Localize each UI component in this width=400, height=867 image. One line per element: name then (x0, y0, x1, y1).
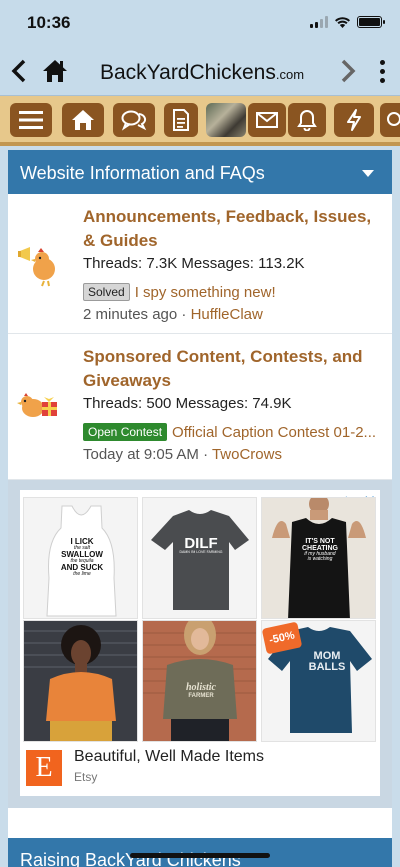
hamburger-menu-button[interactable] (10, 103, 52, 137)
section-title: Website Information and FAQs (20, 163, 265, 183)
home-button[interactable] (62, 103, 104, 137)
product-tile[interactable]: holistic FARMER (142, 620, 257, 742)
tshirt-image (151, 510, 249, 610)
threads-count: 500 (146, 395, 172, 412)
etsy-logo: E (26, 750, 62, 786)
print-text: IT'S NOT (305, 538, 335, 545)
messages-count: 74.9K (252, 395, 292, 412)
product-tile[interactable]: DILF DAMN I'M LOVE FARMING (142, 497, 257, 619)
node-stats: Threads: 7.3K Messages: 113.2K (83, 255, 305, 272)
print-text: holistic (185, 682, 216, 693)
latest-meta: 2 minutes ago · HuffleClaw (83, 306, 263, 323)
print-text: DILF (184, 535, 218, 552)
latest-meta: Today at 9:05 AM · TwoCrows (83, 446, 282, 463)
ad-brand: Etsy (74, 770, 98, 784)
latest-user[interactable]: HuffleClaw (191, 306, 263, 323)
browser-bar: BackYardChickens.com (0, 48, 400, 96)
forum-toolbar (0, 96, 400, 146)
latest-time: Today at 9:05 AM (83, 446, 199, 463)
print-text: the lime (73, 571, 91, 577)
chat-bubbles-icon (121, 110, 147, 131)
status-bar: 10:36 (0, 0, 400, 48)
forum-node[interactable]: Sponsored Content, Contests, and Giveawa… (8, 334, 392, 480)
latest-user[interactable]: TwoCrows (212, 446, 282, 463)
bell-icon (297, 109, 317, 131)
solved-badge: Solved (83, 283, 130, 301)
site-tld: .com (275, 67, 305, 82)
product-tile[interactable]: MOM BALLS -50% (261, 620, 376, 742)
collapse-caret-icon[interactable] (362, 170, 374, 177)
print-text: is watching (307, 556, 333, 562)
document-icon (173, 109, 189, 131)
latest-time: 2 minutes ago (83, 306, 178, 323)
latest-thread[interactable]: Open Contest Official Caption Contest 01… (83, 423, 388, 441)
site-name: BackYardChickens (100, 61, 276, 84)
lightning-icon (347, 109, 361, 131)
messages-label: Messages: (181, 255, 254, 272)
more-menu-icon[interactable] (378, 60, 386, 83)
print-text: MOM BALLS (308, 650, 346, 673)
section-header[interactable]: Website Information and FAQs (8, 150, 392, 194)
forum-content: Website Information and FAQs Announcemen… (8, 150, 392, 867)
new-posts-button[interactable] (164, 103, 198, 137)
threads-count: 7.3K (146, 255, 178, 272)
messages-label: Messages: (175, 395, 249, 412)
product-tile[interactable] (23, 620, 138, 742)
node-title[interactable]: Announcements, Feedback, Issues, & Guide… (83, 205, 383, 253)
advertisement[interactable]: ▷ ✕ I LICK the salt SWALLOW the tequila … (8, 480, 392, 808)
ad-headline[interactable]: Beautiful, Well Made Items (74, 748, 264, 766)
model-photo (24, 621, 137, 741)
chick-gift-icon (17, 393, 57, 417)
inbox-button[interactable] (248, 103, 286, 137)
threads-label: Threads: (83, 255, 143, 272)
wifi-icon (335, 17, 350, 28)
forward-arrow-icon[interactable] (338, 58, 358, 91)
forum-node[interactable]: Announcements, Feedback, Issues, & Guide… (8, 194, 392, 334)
home-icon[interactable] (42, 58, 68, 89)
node-stats: Threads: 500 Messages: 74.9K (83, 395, 292, 412)
latest-thread-title[interactable]: Official Caption Contest 01-2... (172, 424, 376, 441)
messages-count: 113.2K (258, 255, 305, 272)
ad-footer[interactable]: E Beautiful, Well Made Items Etsy (20, 742, 380, 796)
threads-label: Threads: (83, 395, 143, 412)
search-button[interactable] (380, 103, 400, 137)
product-tile[interactable]: IT'S NOT CHEATING if my husband is watch… (261, 497, 376, 619)
user-avatar[interactable] (206, 103, 246, 137)
site-title: BackYardChickens.com (100, 61, 304, 85)
product-tile[interactable]: I LICK the salt SWALLOW the tequila AND … (23, 497, 138, 619)
battery-icon (357, 16, 385, 28)
print-text: DAMN I'M LOVE FARMING (179, 550, 223, 554)
chick-megaphone-icon (18, 247, 55, 287)
search-icon (387, 112, 400, 126)
whats-new-button[interactable] (334, 103, 374, 137)
home-icon (72, 110, 94, 130)
status-icons (310, 16, 385, 28)
hamburger-icon (19, 111, 43, 129)
print-text: FARMER (188, 693, 214, 699)
signal-icon (310, 16, 328, 28)
latest-thread-title[interactable]: I spy something new! (135, 284, 276, 301)
back-arrow-icon[interactable] (8, 58, 28, 91)
latest-thread[interactable]: Solved I spy something new! (83, 283, 388, 301)
alerts-button[interactable] (288, 103, 326, 137)
conversations-button[interactable] (113, 103, 155, 137)
envelope-icon (256, 112, 278, 128)
home-indicator[interactable] (130, 853, 270, 858)
status-time: 10:36 (27, 13, 71, 32)
ad-panel[interactable]: ▷ ✕ I LICK the salt SWALLOW the tequila … (20, 490, 380, 796)
node-title[interactable]: Sponsored Content, Contests, and Giveawa… (83, 345, 383, 393)
open-contest-badge: Open Contest (83, 423, 168, 441)
